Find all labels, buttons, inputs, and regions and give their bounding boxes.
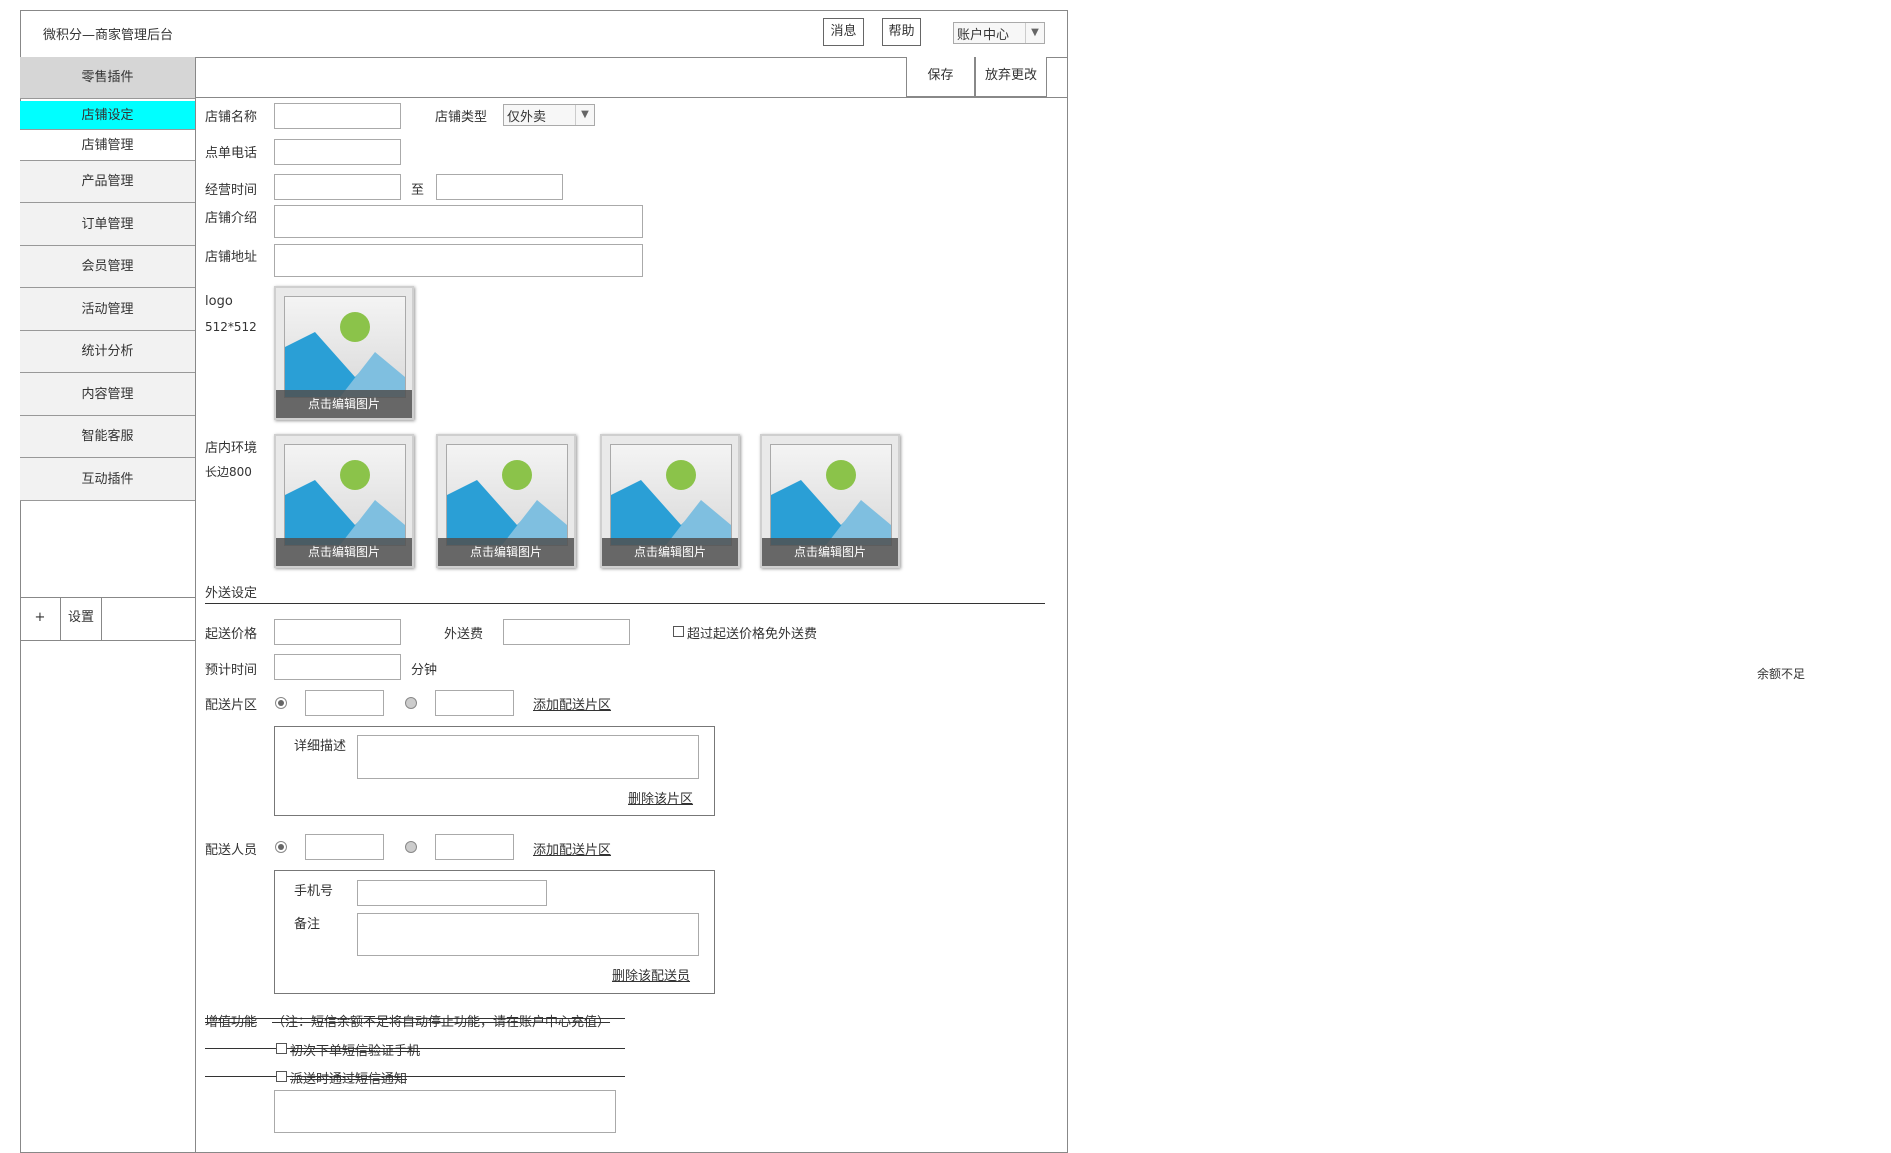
zone-radio-1[interactable]	[275, 697, 287, 709]
zone-detail-label: 详细描述	[294, 739, 347, 754]
free-fee-label: 超过起送价格免外送费	[687, 627, 818, 642]
sidebar-item-statistics[interactable]: 统计分析	[20, 331, 195, 373]
phone-label: 手机号	[294, 884, 334, 899]
edit-image-label[interactable]: 点击编辑图片	[762, 538, 898, 566]
address-input[interactable]	[274, 244, 643, 277]
min-price-input[interactable]	[274, 619, 401, 645]
add-staff-link[interactable]: 添加配送片区	[533, 839, 611, 858]
image-placeholder-icon	[446, 444, 568, 546]
eta-input[interactable]	[274, 654, 401, 680]
staff-radio-1[interactable]	[275, 841, 287, 853]
value-added-input[interactable]	[274, 1090, 616, 1133]
add-zone-link[interactable]: 添加配送片区	[533, 694, 611, 713]
zone-input-2[interactable]	[435, 690, 514, 716]
shop-type-value: 仅外卖	[507, 110, 547, 125]
hours-label: 经营时间	[205, 183, 258, 198]
sms-verify-checkbox[interactable]	[276, 1043, 287, 1054]
image-placeholder-icon	[770, 444, 892, 546]
env-image-2[interactable]: 点击编辑图片	[436, 434, 576, 568]
sidebar-item-smart-service[interactable]: 智能客服	[20, 416, 195, 458]
help-button[interactable]: 帮助	[882, 18, 921, 46]
app-title: 微积分—商家管理后台	[43, 28, 174, 43]
image-placeholder-icon	[284, 444, 406, 546]
staff-radio-2[interactable]	[405, 841, 417, 853]
sidebar-item-member-management[interactable]: 会员管理	[20, 246, 195, 288]
strike-line	[205, 1076, 625, 1077]
free-fee-checkbox[interactable]	[673, 626, 684, 637]
image-placeholder-icon	[284, 296, 406, 398]
account-select[interactable]: 账户中心 ▼	[953, 22, 1045, 44]
sidebar-item-interactive-plugin[interactable]: 互动插件	[20, 458, 195, 501]
shop-name-input[interactable]	[274, 103, 401, 129]
order-phone-label: 点单电话	[205, 146, 258, 161]
fee-input[interactable]	[503, 619, 630, 645]
sidebar-item-content-management[interactable]: 内容管理	[20, 373, 195, 416]
intro-input[interactable]	[274, 205, 643, 238]
zone-detail-input[interactable]	[357, 735, 699, 779]
staff-input-1[interactable]	[305, 834, 384, 860]
sms-notify-label: 派送时通过短信通知	[290, 1072, 408, 1087]
edit-image-label[interactable]: 点击编辑图片	[438, 538, 574, 566]
phone-input[interactable]	[357, 880, 547, 906]
value-added-title: 增值功能	[205, 1015, 258, 1030]
zone-label: 配送片区	[205, 698, 258, 713]
note-label: 备注	[294, 917, 321, 932]
min-price-label: 起送价格	[205, 627, 258, 642]
chevron-down-icon: ▼	[1025, 23, 1044, 43]
intro-label: 店铺介绍	[205, 211, 258, 226]
logo-size-label: 512*512	[205, 320, 257, 334]
env-image-4[interactable]: 点击编辑图片	[760, 434, 900, 568]
strike-line	[205, 1018, 625, 1019]
eta-label: 预计时间	[205, 663, 258, 678]
edit-image-label[interactable]: 点击编辑图片	[276, 538, 412, 566]
hours-end-input[interactable]	[436, 174, 563, 200]
env-size-label: 长边800	[205, 465, 252, 479]
delete-zone-link[interactable]: 删除该片区	[628, 788, 693, 807]
order-phone-input[interactable]	[274, 139, 401, 165]
section-divider	[205, 603, 1045, 604]
shop-type-select[interactable]: 仅外卖 ▼	[503, 104, 595, 126]
delete-staff-link[interactable]: 删除该配送员	[612, 965, 690, 984]
sidebar-group-retail-plugin[interactable]: 零售插件	[20, 57, 195, 99]
sidebar-item-order-management[interactable]: 订单管理	[20, 203, 195, 246]
sidebar-item-product-management[interactable]: 产品管理	[20, 161, 195, 203]
save-button[interactable]: 保存	[906, 57, 975, 97]
shop-name-label: 店铺名称	[205, 110, 258, 125]
discard-changes-button[interactable]: 放弃更改	[975, 57, 1047, 97]
chevron-down-icon: ▼	[575, 105, 594, 125]
fee-label: 外送费	[444, 627, 484, 642]
hours-start-input[interactable]	[274, 174, 401, 200]
account-select-value: 账户中心	[957, 28, 1010, 43]
messages-button[interactable]: 消息	[823, 18, 864, 46]
logo-image[interactable]: 点击编辑图片	[274, 286, 414, 420]
delivery-section-title: 外送设定	[205, 586, 258, 601]
image-placeholder-icon	[610, 444, 732, 546]
env-image-3[interactable]: 点击编辑图片	[600, 434, 740, 568]
add-button[interactable]: +	[20, 597, 61, 641]
zone-radio-2[interactable]	[405, 697, 417, 709]
zone-input-1[interactable]	[305, 690, 384, 716]
balance-insufficient-note: 余额不足	[1757, 667, 1806, 681]
edit-image-label[interactable]: 点击编辑图片	[602, 538, 738, 566]
staff-label: 配送人员	[205, 843, 258, 858]
env-image-1[interactable]: 点击编辑图片	[274, 434, 414, 568]
sidebar-item-shop-settings[interactable]: 店铺设定	[20, 101, 195, 130]
sms-notify-checkbox[interactable]	[276, 1071, 287, 1082]
note-input[interactable]	[357, 913, 699, 956]
settings-button[interactable]: 设置	[61, 597, 102, 641]
hours-to-label: 至	[411, 183, 425, 198]
eta-unit-label: 分钟	[411, 663, 438, 678]
env-label: 店内环境	[205, 441, 258, 456]
sms-verify-label: 初次下单短信验证手机	[290, 1044, 421, 1059]
shop-type-label: 店铺类型	[435, 110, 488, 125]
value-added-note: （注：短信余额不足将自动停止功能，请在账户中心充值）	[272, 1015, 611, 1030]
sidebar-item-shop-management[interactable]: 店铺管理	[20, 130, 195, 161]
sidebar-item-activity-management[interactable]: 活动管理	[20, 288, 195, 331]
address-label: 店铺地址	[205, 250, 258, 265]
logo-label: logo	[205, 294, 233, 309]
staff-input-2[interactable]	[435, 834, 514, 860]
edit-image-label[interactable]: 点击编辑图片	[276, 390, 412, 418]
